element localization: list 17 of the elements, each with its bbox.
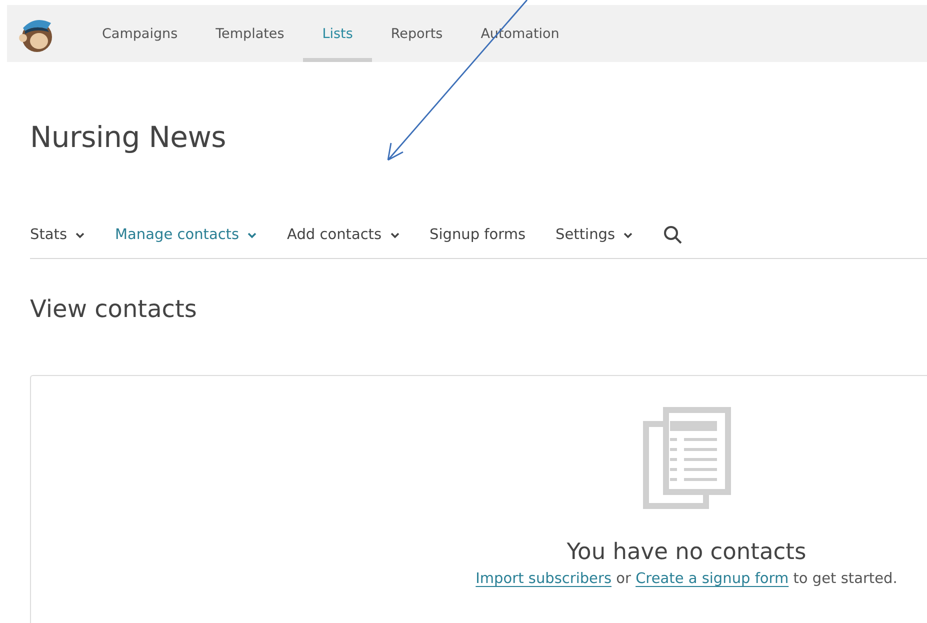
nav-tab[interactable]: Templates [196, 5, 304, 62]
nav-tab[interactable]: Campaigns [83, 5, 197, 62]
search-icon[interactable] [663, 225, 684, 245]
text-link[interactable]: Import subscribers [476, 571, 612, 587]
sub-nav-tab[interactable]: Add contacts [287, 227, 400, 243]
sub-nav-tab[interactable]: Manage contacts [115, 227, 258, 243]
page-title: Nursing News [30, 120, 227, 154]
sub-nav-tab[interactable]: Stats [30, 227, 86, 243]
text-link[interactable]: Create a signup form [636, 571, 789, 587]
sub-nav-tab[interactable]: Settings [556, 227, 634, 243]
document-icon [642, 407, 730, 509]
nav-tab[interactable]: Reports [372, 5, 462, 62]
empty-state-title: You have no contacts [566, 539, 806, 565]
section-title: View contacts [30, 295, 198, 323]
get-started-text: Import subscribers or Create a signup form to get started. [476, 571, 898, 587]
sub-nav-tab[interactable]: Signup forms [430, 227, 526, 243]
nav-tab[interactable]: Lists [303, 5, 372, 62]
